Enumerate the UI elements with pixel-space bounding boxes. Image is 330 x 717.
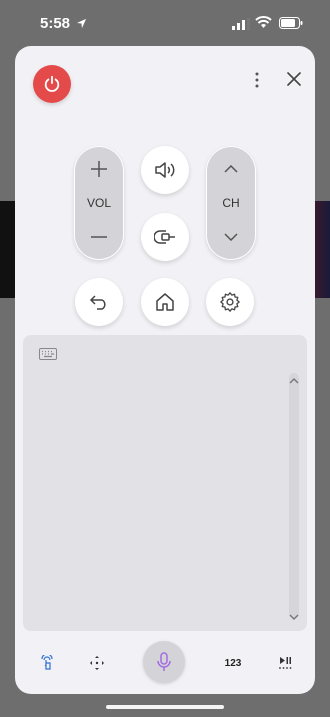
- channel-rocker: CH: [206, 146, 256, 260]
- play-pause-icon: [279, 657, 292, 669]
- input-source-button[interactable]: [141, 213, 189, 261]
- keyboard-icon: [39, 348, 57, 360]
- back-button[interactable]: [75, 278, 123, 326]
- volume-label: VOL: [86, 196, 111, 210]
- number-pad-label: 123: [224, 657, 242, 669]
- touch-pointer-icon: [41, 655, 53, 670]
- dpad-icon: [90, 656, 104, 670]
- settings-button[interactable]: [206, 278, 254, 326]
- volume-rocker: VOL: [74, 146, 124, 260]
- chevron-down-icon: [224, 233, 238, 241]
- microphone-icon: [157, 652, 171, 671]
- home-button[interactable]: [141, 278, 189, 326]
- home-indicator[interactable]: [106, 705, 224, 709]
- scroll-track[interactable]: [289, 373, 299, 619]
- voice-search-button[interactable]: [143, 641, 185, 683]
- battery-icon: [279, 16, 303, 34]
- power-icon: [44, 75, 60, 92]
- input-source-icon: [154, 230, 175, 244]
- background-app-strip: [0, 201, 16, 298]
- plus-icon: [91, 161, 107, 177]
- back-icon: [89, 295, 106, 310]
- chevron-down-icon: [289, 614, 299, 620]
- speaker-icon: [155, 162, 175, 178]
- channel-up-button[interactable]: [206, 154, 256, 184]
- keyboard-button[interactable]: [39, 347, 57, 365]
- chevron-up-icon: [289, 378, 299, 384]
- media-controls-button[interactable]: [274, 648, 296, 678]
- mute-button[interactable]: [141, 146, 189, 194]
- directional-pad-button[interactable]: [85, 648, 109, 678]
- signal-icon: [232, 17, 250, 35]
- background-app-strip: [314, 201, 330, 298]
- more-vertical-icon: [255, 72, 259, 88]
- volume-down-button[interactable]: [74, 222, 124, 252]
- status-time: 5:58: [40, 15, 71, 32]
- settings-gear-icon: [220, 292, 240, 312]
- scroll-down-button[interactable]: [288, 608, 300, 626]
- more-options-button[interactable]: [249, 68, 265, 92]
- location-arrow-icon: [76, 16, 87, 34]
- status-bar: 5:58: [0, 0, 330, 46]
- home-icon: [156, 293, 174, 311]
- bottom-toolbar: 123: [15, 640, 315, 688]
- channel-label: CH: [222, 196, 240, 210]
- scroll-up-button[interactable]: [288, 372, 300, 390]
- channel-down-button[interactable]: [206, 222, 256, 252]
- power-button[interactable]: [33, 65, 71, 103]
- minus-icon: [91, 236, 107, 238]
- touchpad-area[interactable]: [23, 335, 307, 631]
- wifi-icon: [255, 16, 272, 34]
- pointer-mode-button[interactable]: [35, 648, 59, 678]
- close-button[interactable]: [283, 68, 305, 90]
- close-icon: [287, 72, 301, 86]
- remote-sheet: VOL CH 123: [15, 46, 315, 694]
- chevron-up-icon: [224, 165, 238, 173]
- volume-up-button[interactable]: [74, 154, 124, 184]
- number-pad-button[interactable]: 123: [221, 648, 245, 678]
